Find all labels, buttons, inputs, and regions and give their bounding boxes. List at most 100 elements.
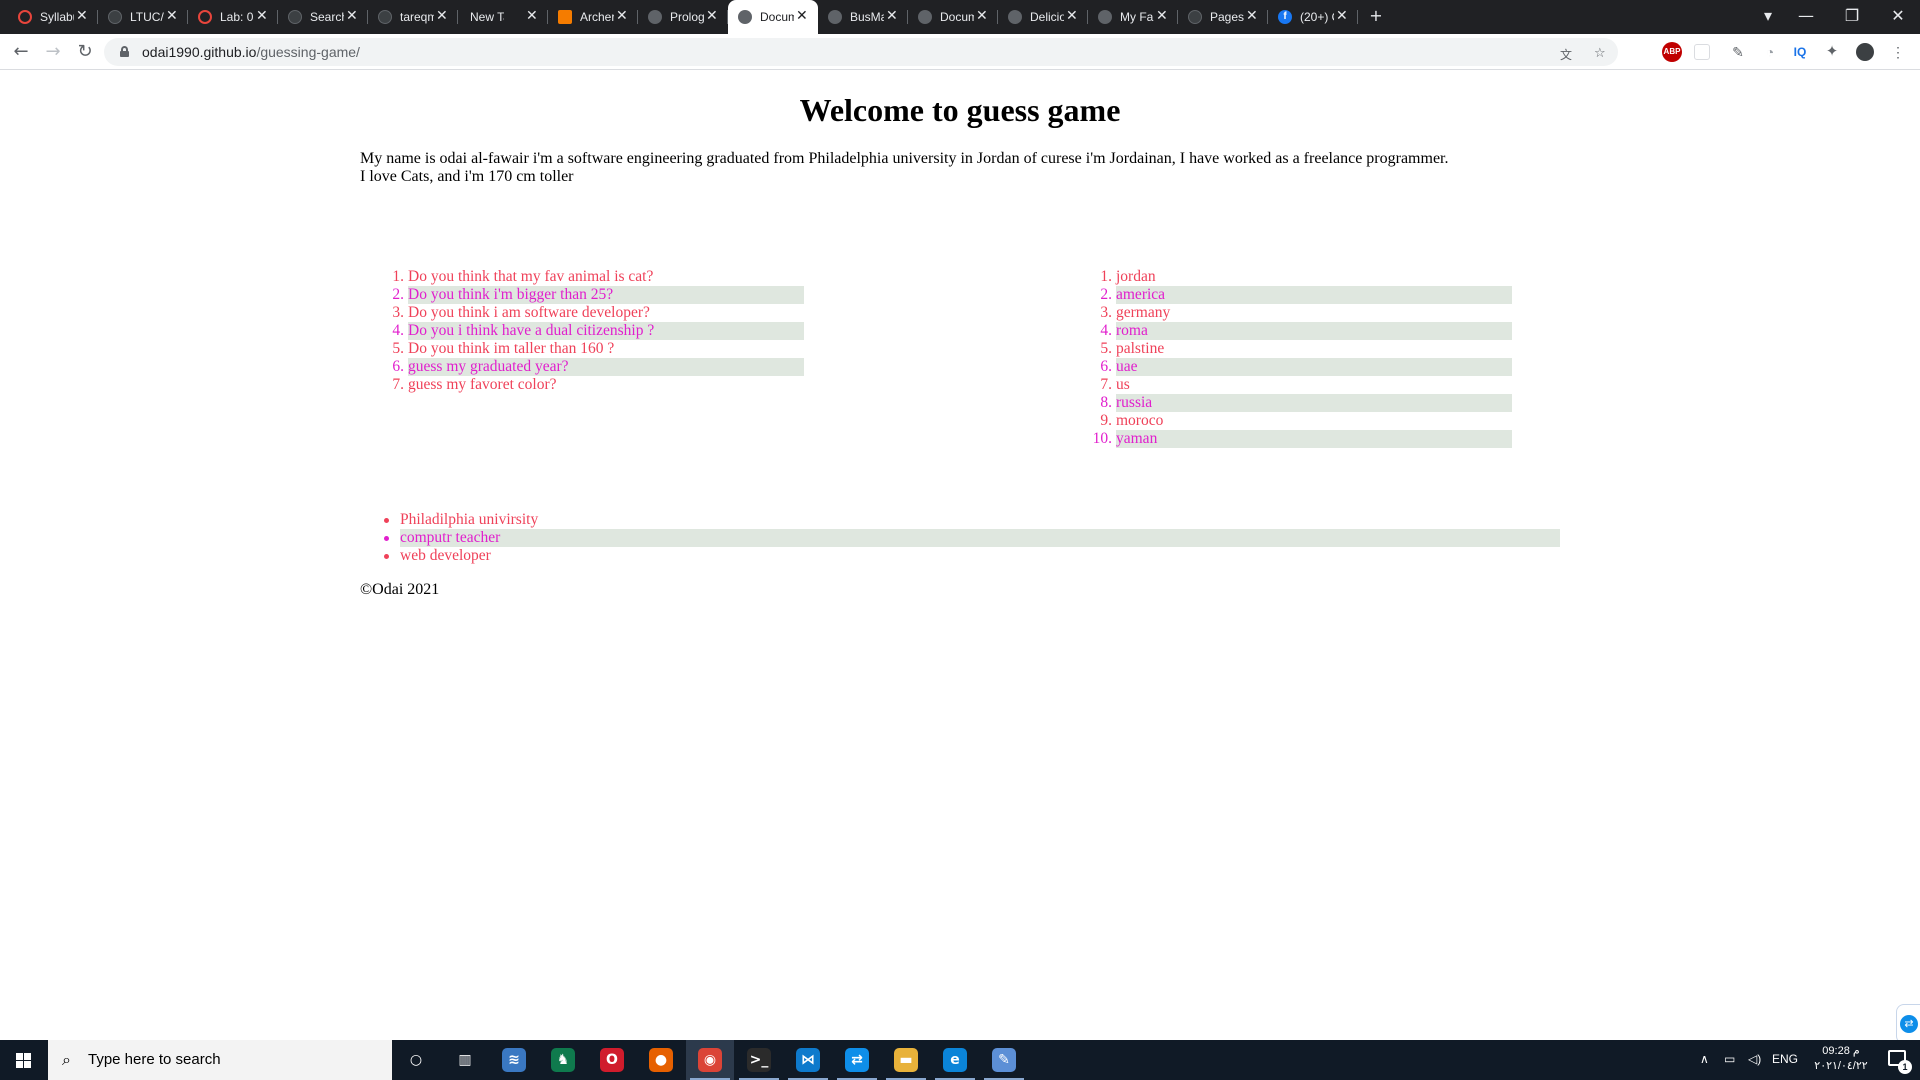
eyedropper-icon[interactable]: ✎ xyxy=(1728,42,1748,62)
iq-extension-icon[interactable]: IQ xyxy=(1790,42,1810,62)
extensions-puzzle-icon[interactable]: ✦ xyxy=(1822,42,1842,62)
chrome-taskbar-button[interactable]: ◉ xyxy=(686,1040,734,1080)
taskbar-search-box[interactable]: ⌕ Type here to search xyxy=(48,1040,392,1080)
file-explorer-taskbar-button[interactable]: ▬ xyxy=(882,1040,930,1080)
bullet-icon xyxy=(384,554,389,559)
browser-tab[interactable]: Docume✕ xyxy=(908,0,998,34)
question-item: 6. guess my graduated year? xyxy=(360,358,804,376)
role-item: web developer xyxy=(360,547,1560,565)
reload-icon[interactable]: ↻ xyxy=(73,40,97,64)
browser-tab[interactable]: f (20+) O✕ xyxy=(1268,0,1358,34)
tab-close-icon[interactable]: ✕ xyxy=(1066,8,1078,24)
browser-tab[interactable]: Search -✕ xyxy=(278,0,368,34)
github-icon xyxy=(1188,10,1202,24)
tab-close-icon[interactable]: ✕ xyxy=(1336,8,1348,24)
intro-line: I love Cats, and i'm 170 cm toller xyxy=(360,168,574,185)
vscode-taskbar-button[interactable]: ⋈ xyxy=(784,1040,832,1080)
star-icon[interactable]: ☆ xyxy=(1594,46,1606,61)
country-item: 9. moroco xyxy=(1068,412,1512,430)
extension-blank-icon[interactable] xyxy=(1694,44,1710,60)
tab-close-icon[interactable]: ✕ xyxy=(436,8,448,24)
browser-tab[interactable]: Lab: 05✕ xyxy=(188,0,278,34)
profile-avatar[interactable] xyxy=(1856,43,1874,61)
windows-logo-icon xyxy=(24,1061,31,1068)
teamviewer-taskbar-button[interactable]: ⇄ xyxy=(833,1040,881,1080)
teamviewer-widget[interactable]: ⇄ xyxy=(1896,1004,1920,1044)
tab-title: Lab: 05 xyxy=(220,10,254,24)
translate-icon[interactable]: 文 xyxy=(1560,46,1572,63)
browser-tab[interactable]: LTUC/am✕ xyxy=(98,0,188,34)
tab-close-icon[interactable]: ✕ xyxy=(526,8,538,24)
opera-taskbar-button[interactable]: O xyxy=(588,1040,636,1080)
role-text: web developer xyxy=(400,547,491,564)
taskbar-clock[interactable]: 09:28 م ٢٠٢١/٠٤/٢٢ xyxy=(1806,1044,1876,1074)
browser-tab[interactable]: Docume✕ xyxy=(728,0,818,34)
country-text: america xyxy=(1116,286,1166,303)
browser-tab[interactable]: Deliciou✕ xyxy=(998,0,1088,34)
lock-icon[interactable] xyxy=(120,46,129,57)
firefox-taskbar-button[interactable]: ● xyxy=(637,1040,685,1080)
minimize-icon[interactable]: — xyxy=(1786,0,1826,34)
teamviewer-icon: ⇄ xyxy=(845,1048,869,1072)
browser-tab[interactable]: Pages ✕ xyxy=(1178,0,1268,34)
windows-logo-icon xyxy=(24,1053,31,1060)
forward-icon[interactable]: → xyxy=(41,40,65,64)
list-number: 1. xyxy=(1100,268,1112,285)
edge-taskbar-button[interactable]: e xyxy=(931,1040,979,1080)
role-text: computr teacher xyxy=(400,529,501,546)
timer-icon[interactable]: ◔ xyxy=(1760,42,1780,62)
adblock-icon[interactable]: ABP xyxy=(1662,42,1682,62)
url-text[interactable]: odai1990.github.io/guessing-game/ xyxy=(142,44,360,60)
tab-close-icon[interactable]: ✕ xyxy=(886,8,898,24)
web-page: Welcome to guess game My name is odai al… xyxy=(0,70,1920,1044)
tab-title: Deliciou xyxy=(1030,10,1064,24)
window-close-icon[interactable]: ✕ xyxy=(1878,0,1918,34)
browser-tab[interactable]: Syllabus✕ xyxy=(8,0,98,34)
paint-taskbar-button[interactable]: ✎ xyxy=(980,1040,1028,1080)
action-center-button[interactable]: 1 xyxy=(1880,1040,1920,1080)
question-item: 7. guess my favoret color? xyxy=(360,376,804,394)
tab-close-icon[interactable]: ✕ xyxy=(976,8,988,24)
gitkraken-taskbar-button[interactable]: ♞ xyxy=(539,1040,587,1080)
tab-close-icon[interactable]: ✕ xyxy=(706,8,718,24)
browser-tab[interactable]: My Fabu✕ xyxy=(1088,0,1178,34)
country-text: jordan xyxy=(1116,268,1156,285)
tab-close-icon[interactable]: ✕ xyxy=(1156,8,1168,24)
menu-kebab-icon[interactable]: ⋮ xyxy=(1888,42,1908,62)
tab-close-icon[interactable]: ✕ xyxy=(256,8,268,24)
tab-close-icon[interactable]: ✕ xyxy=(616,8,628,24)
restore-icon[interactable]: ❐ xyxy=(1832,0,1872,34)
tab-close-icon[interactable]: ✕ xyxy=(166,8,178,24)
azure-data-studio-taskbar-button[interactable]: ≋ xyxy=(490,1040,538,1080)
start-button[interactable] xyxy=(0,1040,48,1080)
tab-close-icon[interactable]: ✕ xyxy=(76,8,88,24)
browser-tab[interactable]: Archer M✕ xyxy=(548,0,638,34)
browser-tab[interactable]: tareqme✕ xyxy=(368,0,458,34)
language-indicator[interactable]: ENG xyxy=(1772,1052,1798,1066)
opera-icon: O xyxy=(600,1048,624,1072)
terminal-taskbar-button[interactable]: >_ xyxy=(735,1040,783,1080)
list-number: 5. xyxy=(392,340,404,357)
github-icon xyxy=(108,10,122,24)
network-icon[interactable]: ▭ xyxy=(1724,1052,1735,1066)
clock-time: 09:28 م xyxy=(1822,1045,1860,1057)
new-tab-button[interactable]: + xyxy=(1362,0,1390,34)
browser-tab[interactable]: New Tab ✕ xyxy=(458,0,548,34)
question-text: Do you think i am software developer? xyxy=(408,304,650,321)
task-view-taskbar-button[interactable]: ▥ xyxy=(441,1040,489,1080)
address-bar[interactable]: odai1990.github.io/guessing-game/ ☆ 文 xyxy=(104,38,1618,66)
tab-close-icon[interactable]: ✕ xyxy=(346,8,358,24)
tab-title: Syllabus xyxy=(40,10,74,24)
country-item: 6. uae xyxy=(1068,358,1512,376)
tab-search-icon[interactable]: ▾ xyxy=(1748,0,1788,34)
volume-icon[interactable]: ◁) xyxy=(1748,1052,1761,1066)
tab-close-icon[interactable]: ✕ xyxy=(1246,8,1258,24)
back-icon[interactable]: ← xyxy=(9,40,33,64)
search-placeholder: Type here to search xyxy=(88,1051,221,1068)
tab-close-icon[interactable]: ✕ xyxy=(796,8,808,24)
browser-tab[interactable]: Prologue✕ xyxy=(638,0,728,34)
cortana-taskbar-button[interactable]: ○ xyxy=(392,1040,440,1080)
list-number: 2. xyxy=(392,286,404,303)
show-hidden-icons-icon[interactable]: ∧ xyxy=(1700,1052,1709,1066)
browser-tab[interactable]: BusMall✕ xyxy=(818,0,908,34)
